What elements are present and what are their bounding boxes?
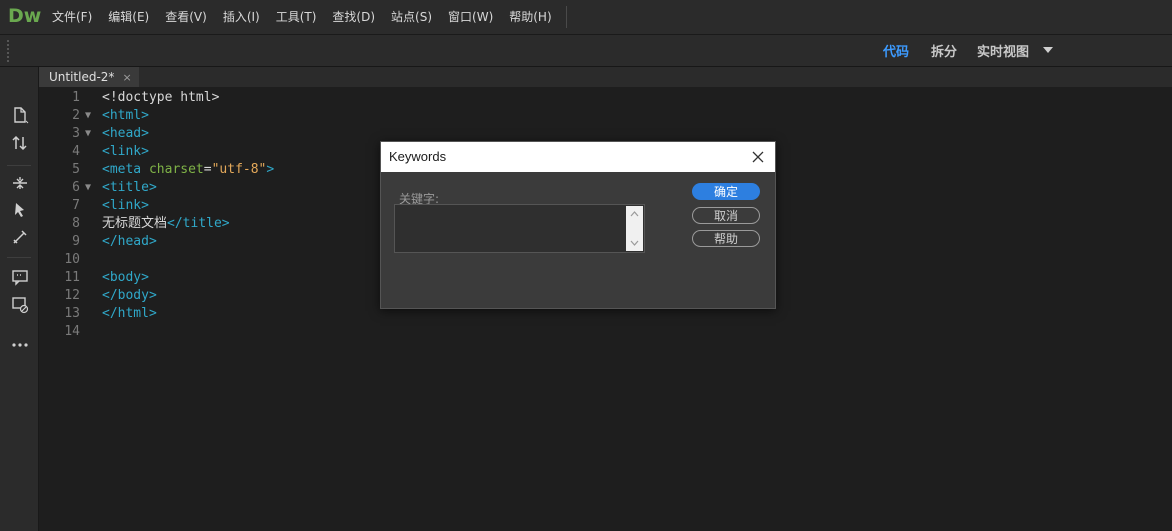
- code-token: <!doctype html>: [102, 90, 220, 105]
- code-token: <title>: [102, 180, 157, 195]
- code-text: <link>: [102, 143, 149, 161]
- remove-comment-icon[interactable]: [10, 295, 30, 315]
- menu-file[interactable]: 文件(F): [44, 0, 100, 34]
- line-number: 10: [64, 252, 80, 267]
- menu-site[interactable]: 站点(S): [383, 0, 440, 34]
- code-text: </head>: [102, 233, 157, 251]
- menu-view[interactable]: 查看(V): [157, 0, 215, 34]
- document-tab-title: Untitled-2*: [49, 70, 115, 84]
- menu-divider: [566, 6, 567, 28]
- code-token: </head>: [102, 234, 157, 249]
- line-number: 11: [64, 270, 80, 285]
- view-toolbar: 代码 拆分 实时视图: [0, 35, 1172, 67]
- app-logo: Dw: [8, 5, 42, 27]
- more-icon[interactable]: [10, 335, 30, 355]
- menu-window[interactable]: 窗口(W): [440, 0, 501, 34]
- close-tab-icon[interactable]: ×: [122, 71, 131, 84]
- code-text: <!doctype html>: [102, 89, 219, 107]
- keywords-scrollbar[interactable]: [626, 206, 643, 251]
- fold-toggle-icon[interactable]: ▼: [85, 179, 91, 197]
- scroll-down-icon[interactable]: [630, 239, 639, 247]
- line-number: 1: [72, 90, 80, 105]
- code-text: <body>: [102, 269, 149, 287]
- line-number: 9: [72, 234, 80, 249]
- help-button[interactable]: 帮助: [692, 230, 760, 247]
- code-token: charset: [148, 162, 204, 177]
- line-number: 5: [72, 162, 80, 177]
- line-number: 2: [72, 108, 80, 123]
- menu-find[interactable]: 查找(D): [324, 0, 383, 34]
- main-menu: 文件(F) 编辑(E) 查看(V) 插入(I) 工具(T) 查找(D) 站点(S…: [44, 0, 560, 34]
- menu-tools[interactable]: 工具(T): [268, 0, 325, 34]
- format-icon[interactable]: [10, 227, 30, 247]
- code-text: <head>: [102, 125, 149, 143]
- menu-insert[interactable]: 插入(I): [215, 0, 268, 34]
- menu-bar: Dw 文件(F) 编辑(E) 查看(V) 插入(I) 工具(T) 查找(D) 站…: [0, 0, 1172, 35]
- code-token: <link>: [102, 198, 149, 213]
- keywords-textarea-frame: [394, 204, 645, 253]
- menu-help[interactable]: 帮助(H): [501, 0, 559, 34]
- keywords-input[interactable]: [395, 205, 623, 250]
- document-tab[interactable]: Untitled-2* ×: [39, 67, 139, 87]
- live-view-dropdown-icon[interactable]: [1043, 47, 1053, 53]
- comment-icon[interactable]: [10, 267, 30, 287]
- left-tool-strip: [0, 67, 39, 531]
- toolbar-grip[interactable]: [6, 39, 10, 63]
- line-number: 8: [72, 216, 80, 231]
- line-number: 3: [72, 126, 80, 141]
- code-text: <link>: [102, 197, 149, 215]
- dialog-title-bar: Keywords: [381, 142, 775, 172]
- menu-edit[interactable]: 编辑(E): [100, 0, 157, 34]
- tool-divider: [7, 165, 31, 166]
- code-token: 无标题文档: [102, 216, 168, 231]
- ok-button[interactable]: 确定: [692, 183, 760, 200]
- sort-icon[interactable]: [10, 133, 30, 153]
- line-number: 7: [72, 198, 80, 213]
- code-token: <link>: [102, 144, 149, 159]
- close-icon[interactable]: [751, 150, 765, 164]
- view-code-button[interactable]: 代码: [883, 41, 909, 60]
- view-split-button[interactable]: 拆分: [931, 41, 957, 60]
- expand-icon[interactable]: [10, 173, 30, 193]
- dialog-title: Keywords: [389, 149, 447, 164]
- code-text: <meta charset="utf-8">: [102, 161, 274, 179]
- code-text: <html>: [102, 107, 149, 125]
- code-text: </body>: [102, 287, 157, 305]
- fold-toggle-icon[interactable]: ▼: [85, 125, 91, 143]
- code-token: <html>: [102, 108, 149, 123]
- code-text: </html>: [102, 305, 157, 323]
- cancel-button[interactable]: 取消: [692, 207, 760, 224]
- tool-divider: [7, 257, 31, 258]
- code-token: >: [266, 162, 275, 177]
- document-tab-bar: Untitled-2* ×: [39, 67, 1172, 87]
- code-token: "utf-8": [211, 162, 267, 177]
- code-token: <body>: [102, 270, 149, 285]
- scroll-up-icon[interactable]: [630, 210, 639, 218]
- line-number: 13: [64, 306, 80, 321]
- code-token: </body>: [102, 288, 157, 303]
- code-token: <head>: [102, 126, 149, 141]
- new-file-icon[interactable]: [10, 105, 30, 125]
- line-number: 6: [72, 180, 80, 195]
- select-parent-icon[interactable]: [10, 200, 30, 220]
- code-text: <title>: [102, 179, 157, 197]
- line-number: 4: [72, 144, 80, 159]
- fold-toggle-icon[interactable]: ▼: [85, 107, 91, 125]
- line-number: 14: [64, 324, 80, 339]
- code-token: </title>: [167, 216, 230, 231]
- line-number: 12: [64, 288, 80, 303]
- code-text: 无标题文档</title>: [102, 215, 230, 233]
- code-token: </html>: [102, 306, 157, 321]
- code-token: <meta: [102, 162, 149, 177]
- view-live-button[interactable]: 实时视图: [977, 41, 1029, 60]
- code-token: =: [203, 162, 212, 177]
- keywords-dialog: Keywords 关键字: 确定 取消 帮助: [380, 141, 776, 309]
